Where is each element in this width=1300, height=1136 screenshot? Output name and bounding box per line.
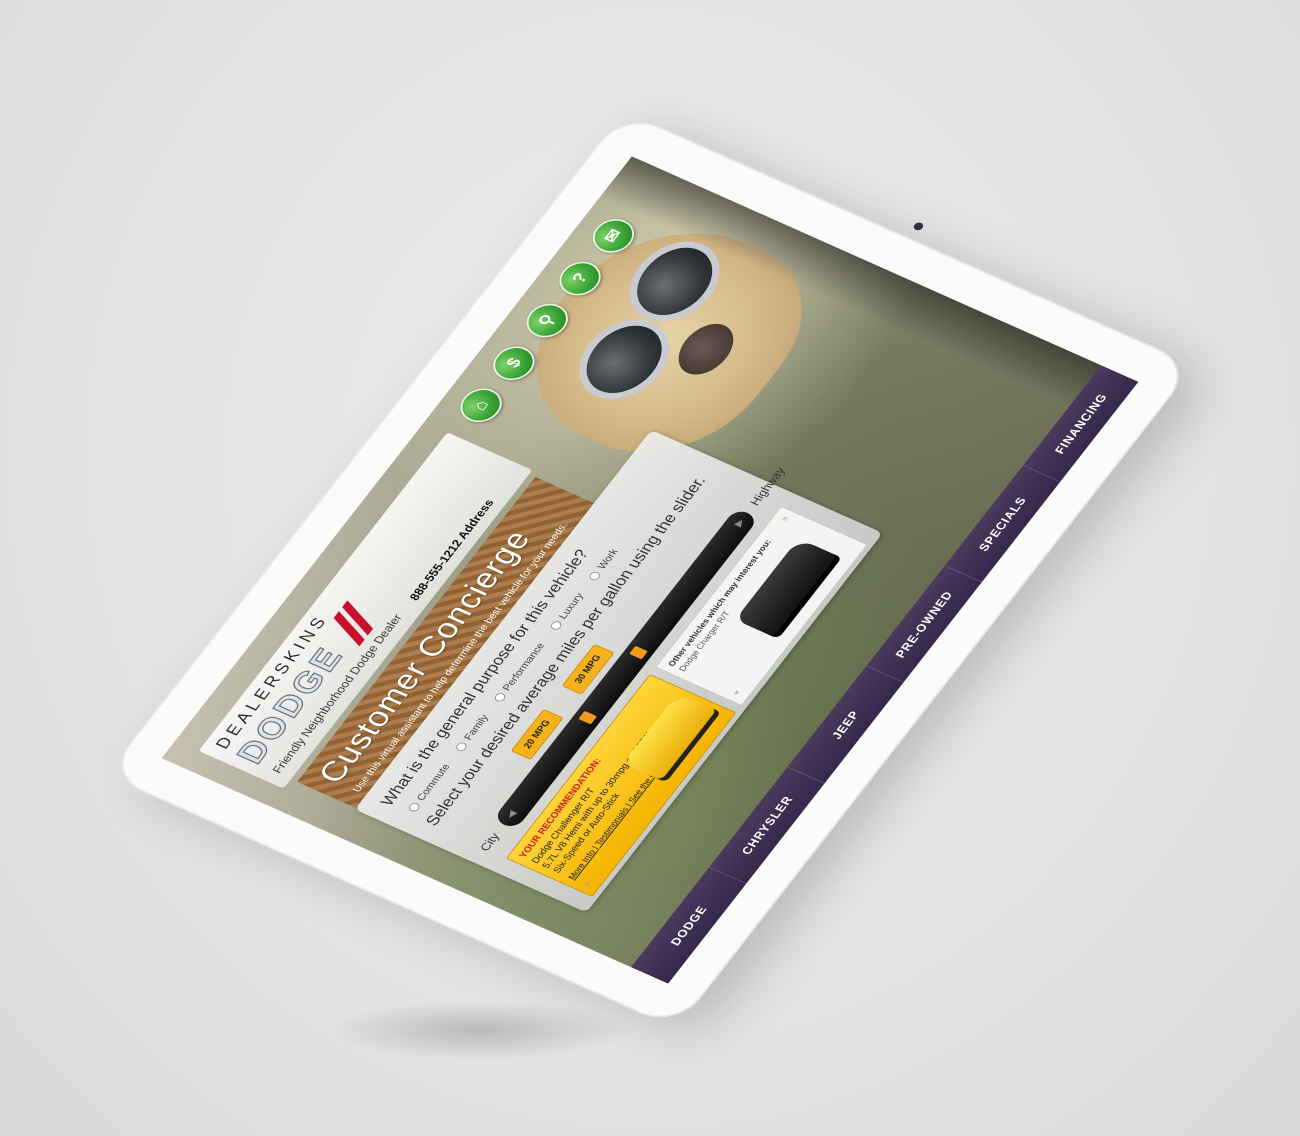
slider-right-arrow-icon[interactable]: ▶ (731, 517, 747, 528)
prev-arrow-icon[interactable]: « (581, 879, 594, 887)
radio-button[interactable] (493, 691, 508, 704)
slider-thumb-high[interactable] (629, 645, 648, 660)
camera-dot (911, 221, 925, 232)
goggle-left (560, 307, 688, 412)
device-shadow (330, 1000, 630, 1060)
radio-button[interactable] (588, 570, 603, 582)
tablet-device: DEALERSKINS DODGE Friendly Neighborhood … (104, 110, 1196, 1030)
dog-nose (667, 316, 745, 382)
mockup-stage: DEALERSKINS DODGE Friendly Neighborhood … (0, 0, 1300, 1136)
slider-label-city: City (476, 831, 503, 853)
radio-button[interactable] (549, 619, 564, 632)
radio-button[interactable] (454, 741, 469, 753)
option-label: Work (594, 547, 621, 571)
slider-thumb-low[interactable] (578, 710, 598, 725)
prev-arrow-icon[interactable]: « (730, 688, 743, 696)
radio-button[interactable] (407, 801, 422, 813)
next-arrow-icon[interactable]: » (779, 515, 792, 523)
tablet-screen: DEALERSKINS DODGE Friendly Neighborhood … (161, 156, 1139, 984)
slider-left-arrow-icon[interactable]: ◀ (503, 809, 519, 820)
